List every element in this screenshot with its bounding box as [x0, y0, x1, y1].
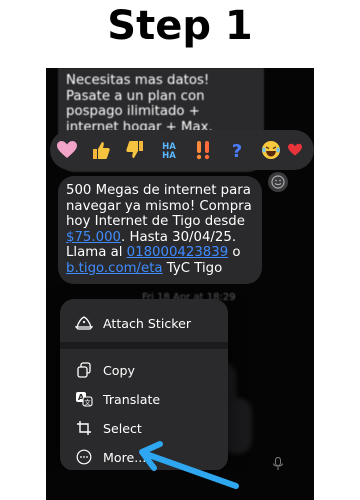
menu-item-label: Translate — [103, 391, 161, 407]
message-input-bar[interactable] — [46, 470, 314, 500]
menu-item-translate[interactable]: A文 Translate — [60, 387, 228, 411]
question-reaction-icon[interactable]: ? — [220, 133, 254, 167]
step-title: Step 1 — [107, 3, 253, 49]
tapback-reaction-bar: HA HA ? — [50, 130, 314, 170]
double-exclamation-reaction-icon[interactable] — [186, 133, 220, 167]
message-bubble-2: 500 Megas de internet para navegar ya mi… — [58, 176, 262, 284]
message-2-text-d: TyC Tigo — [162, 260, 223, 276]
svg-text:?: ? — [232, 141, 242, 160]
thumbs-up-reaction-icon[interactable] — [84, 133, 118, 167]
more-icon — [75, 448, 93, 466]
microphone-icon[interactable] — [272, 456, 284, 470]
svg-text:HA: HA — [162, 151, 176, 160]
menu-item-label: Attach Sticker — [103, 315, 192, 331]
menu-item-label: More... — [103, 449, 147, 465]
svg-text:文: 文 — [84, 398, 91, 407]
copy-icon — [75, 361, 93, 379]
message-context-menu: Attach Sticker Copy A文 Translate Select — [60, 299, 228, 471]
select-crop-icon — [75, 419, 93, 437]
haha-reaction-icon[interactable]: HA HA — [152, 133, 186, 167]
message-2-phone-link[interactable]: 018000423839 — [127, 245, 229, 260]
sticker-icon — [75, 314, 93, 332]
menu-item-label: Copy — [103, 362, 135, 378]
red-heart-reaction-icon[interactable] — [288, 133, 302, 167]
laughing-emoji-reaction-icon[interactable] — [254, 133, 288, 167]
menu-item-copy[interactable]: Copy — [60, 358, 228, 382]
heart-reaction-icon[interactable] — [50, 133, 84, 167]
add-sticker-smiley-icon[interactable] — [268, 172, 288, 192]
thumbs-down-reaction-icon[interactable] — [118, 133, 152, 167]
message-2-text-c: o — [228, 245, 241, 260]
message-2-price-link[interactable]: $75.000 — [66, 230, 121, 245]
menu-item-attach-sticker[interactable]: Attach Sticker — [60, 311, 228, 335]
menu-item-select[interactable]: Select — [60, 416, 228, 440]
menu-separator — [60, 342, 228, 349]
translate-icon: A文 — [75, 390, 93, 408]
menu-item-more[interactable]: More... — [60, 445, 228, 469]
menu-item-label: Select — [103, 420, 142, 436]
phone-screen: Necesitas mas datos! Pasate a un plan co… — [46, 68, 314, 500]
message-2-url-link[interactable]: b.tigo.com/eta — [66, 261, 163, 276]
message-2-text-a: 500 Megas de internet para navegar ya mi… — [66, 183, 252, 229]
